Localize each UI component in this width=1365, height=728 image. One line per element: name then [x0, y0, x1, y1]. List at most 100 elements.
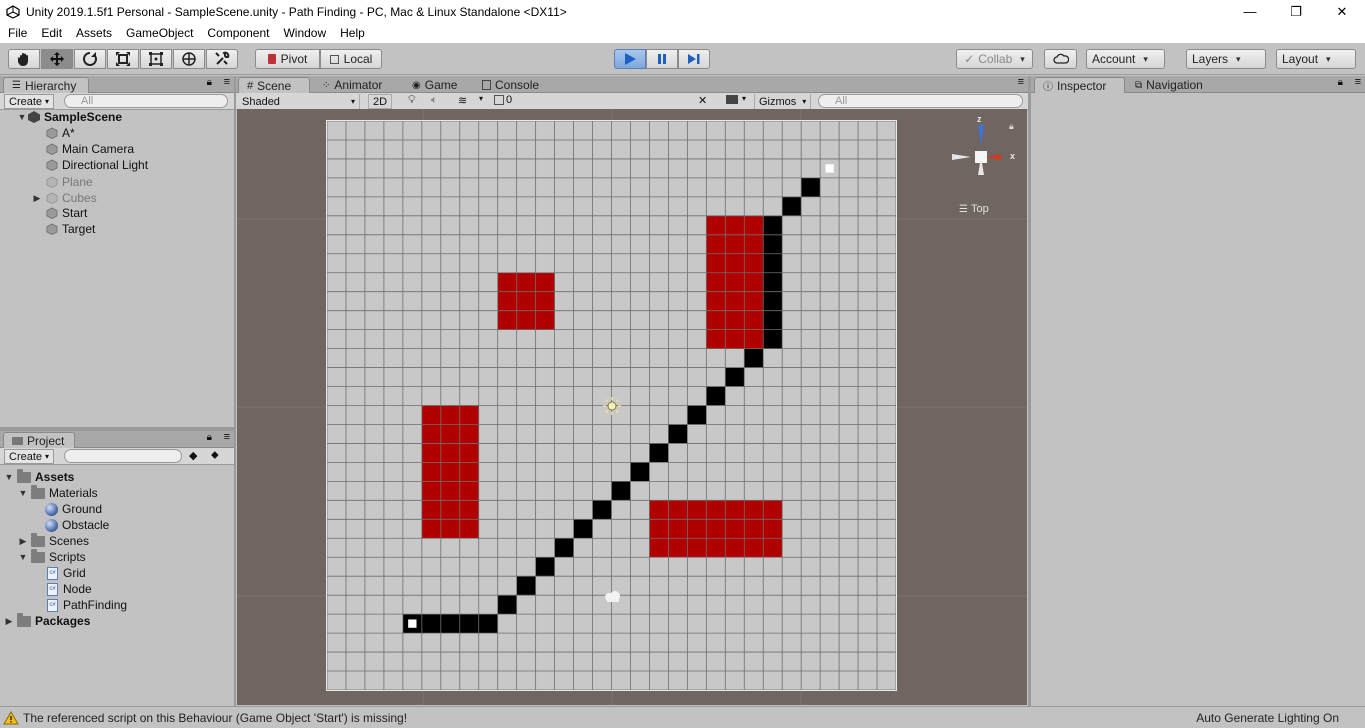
tools-icon[interactable]: ✕	[698, 94, 707, 107]
tab-game[interactable]: ◉ Game	[404, 77, 465, 93]
maximize-button[interactable]: ❐	[1273, 0, 1319, 23]
tab-inspector[interactable]: ⓘ Inspector	[1034, 77, 1125, 93]
right-splitter[interactable]	[1028, 76, 1031, 706]
pivot-toggle[interactable]: Pivot	[255, 49, 320, 69]
path-cell	[668, 424, 688, 444]
lock-icon[interactable]: 🔒︎	[207, 432, 212, 443]
expand-arrow-icon[interactable]: ▼	[18, 488, 28, 498]
scene-root[interactable]: ▼ SampleScene	[17, 109, 123, 125]
hierarchy-item-plane[interactable]: Plane	[46, 174, 93, 190]
transform-tool-button[interactable]	[173, 49, 205, 69]
hierarchy-item-astar[interactable]: A*	[46, 125, 75, 141]
hierarchy-create-button[interactable]: Create	[4, 94, 55, 109]
project-obstacle-material[interactable]: Obstacle	[45, 517, 109, 533]
menu-window[interactable]: Window	[276, 26, 333, 40]
layers-dropdown[interactable]: Layers	[1186, 49, 1266, 69]
shading-mode-dropdown[interactable]: Shaded ▾	[242, 94, 360, 109]
project-pathfinding-script[interactable]: c# PathFinding	[47, 597, 127, 613]
panel-menu-icon[interactable]: ≡	[1355, 76, 1361, 88]
hierarchy-item-start[interactable]: Start	[46, 205, 87, 221]
auto-lighting-status[interactable]: Auto Generate Lighting On	[1196, 711, 1339, 725]
main-camera-icon[interactable]	[603, 590, 623, 604]
hierarchy-item-directional-light[interactable]: Directional Light	[46, 157, 148, 173]
panel-menu-icon[interactable]: ≡	[224, 76, 230, 88]
project-assets-folder[interactable]: ▼ Assets	[4, 468, 74, 485]
collapse-arrow-icon[interactable]: ▶	[18, 536, 28, 547]
lock-icon[interactable]: 🔒︎	[1338, 77, 1343, 88]
menu-assets[interactable]: Assets	[69, 26, 119, 40]
path-cell	[592, 500, 612, 520]
tab-project[interactable]: Project	[3, 432, 75, 448]
expand-arrow-icon[interactable]: ▼	[17, 112, 27, 122]
project-search-input[interactable]	[64, 449, 182, 463]
filter-type-icon[interactable]: ◆	[189, 449, 197, 462]
panel-menu-icon[interactable]: ≡	[224, 431, 230, 443]
left-splitter[interactable]	[234, 76, 236, 706]
chevron-down-icon[interactable]: ▾	[742, 94, 746, 103]
orientation-gizmo[interactable]: z x 🔒︎ ☰ Top	[949, 114, 1019, 215]
local-toggle[interactable]: Local	[320, 49, 382, 69]
directional-light-icon[interactable]	[603, 397, 621, 415]
expand-arrow-icon[interactable]: ▼	[4, 472, 14, 482]
project-materials-folder[interactable]: ▼ Materials	[18, 484, 98, 501]
gizmos-dropdown[interactable]: Gizmos ▾	[754, 94, 812, 109]
hierarchy-item-main-camera[interactable]: Main Camera	[46, 141, 134, 157]
close-button[interactable]: ✕	[1319, 0, 1365, 23]
play-button[interactable]	[614, 49, 646, 69]
menu-help[interactable]: Help	[333, 26, 372, 40]
expand-arrow-icon[interactable]: ▼	[18, 552, 28, 562]
tab-navigation[interactable]: ⧉ Navigation	[1127, 77, 1211, 93]
tab-scene[interactable]: # Scene	[238, 77, 310, 93]
tab-animator[interactable]: ⁘ Animator	[314, 77, 390, 93]
hidden-objects-toggle[interactable]: 0	[494, 94, 512, 106]
lighting-toggle-icon[interactable]: 💡︎	[408, 94, 416, 107]
project-node-script[interactable]: c# Node	[47, 581, 92, 597]
view-mode-label[interactable]: ☰ Top	[959, 203, 989, 215]
status-warning-message[interactable]: The referenced script on this Behaviour …	[23, 711, 407, 725]
tab-hierarchy[interactable]: ☰ Hierarchy	[3, 77, 89, 93]
account-dropdown[interactable]: Account	[1086, 49, 1165, 69]
filter-label-icon[interactable]: ⬥	[211, 449, 219, 462]
project-scripts-folder[interactable]: ▼ Scripts	[18, 548, 86, 565]
collapse-arrow-icon[interactable]: ▶	[32, 193, 42, 204]
camera-icon[interactable]	[726, 95, 738, 104]
scene-search-input[interactable]: All	[818, 94, 1023, 108]
lock-icon[interactable]: 🔒︎	[207, 77, 212, 88]
project-packages-folder[interactable]: ▶ Packages	[4, 612, 90, 629]
menu-component[interactable]: Component	[200, 26, 276, 40]
panel-menu-icon[interactable]: ≡	[1018, 76, 1024, 88]
chevron-down-icon[interactable]: ▾	[479, 94, 483, 103]
menu-gameobject[interactable]: GameObject	[119, 26, 200, 40]
project-scenes-folder[interactable]: ▶ Scenes	[18, 532, 89, 549]
2d-toggle[interactable]: 2D	[368, 94, 392, 109]
move-tool-button[interactable]	[41, 49, 73, 69]
horizontal-splitter[interactable]	[0, 427, 234, 431]
project-ground-material[interactable]: Ground	[45, 501, 102, 517]
minimize-button[interactable]: —	[1227, 0, 1273, 23]
layout-dropdown[interactable]: Layout	[1276, 49, 1356, 69]
rotate-tool-button[interactable]	[74, 49, 106, 69]
rect-tool-button[interactable]	[140, 49, 172, 69]
hierarchy-search-input[interactable]: All	[64, 94, 228, 108]
cloud-button[interactable]	[1044, 49, 1077, 69]
hierarchy-item-cubes[interactable]: ▶ Cubes	[32, 190, 97, 206]
step-button[interactable]	[678, 49, 710, 69]
collapse-arrow-icon[interactable]: ▶	[4, 616, 14, 627]
effects-toggle-icon[interactable]: ≋	[458, 94, 467, 107]
menu-edit[interactable]: Edit	[34, 26, 69, 40]
hand-tool-button[interactable]	[8, 49, 40, 69]
obstacle-block	[706, 215, 764, 349]
menu-file[interactable]: File	[1, 26, 34, 40]
hierarchy-item-target[interactable]: Target	[46, 221, 95, 237]
project-grid-script[interactable]: c# Grid	[47, 565, 86, 581]
lock-icon[interactable]: 🔒︎	[1009, 121, 1014, 132]
collab-dropdown[interactable]: ✓ Collab	[956, 49, 1033, 69]
asset-label: PathFinding	[63, 598, 128, 612]
scale-tool-button[interactable]	[107, 49, 139, 69]
audio-toggle-icon[interactable]: 🔈︎	[431, 94, 438, 107]
scene-viewport[interactable]: z x 🔒︎ ☰ Top	[237, 109, 1027, 705]
project-create-button[interactable]: Create	[4, 449, 55, 464]
custom-tool-button[interactable]	[206, 49, 238, 69]
pause-button[interactable]	[646, 49, 678, 69]
tab-console[interactable]: Console	[474, 77, 547, 93]
